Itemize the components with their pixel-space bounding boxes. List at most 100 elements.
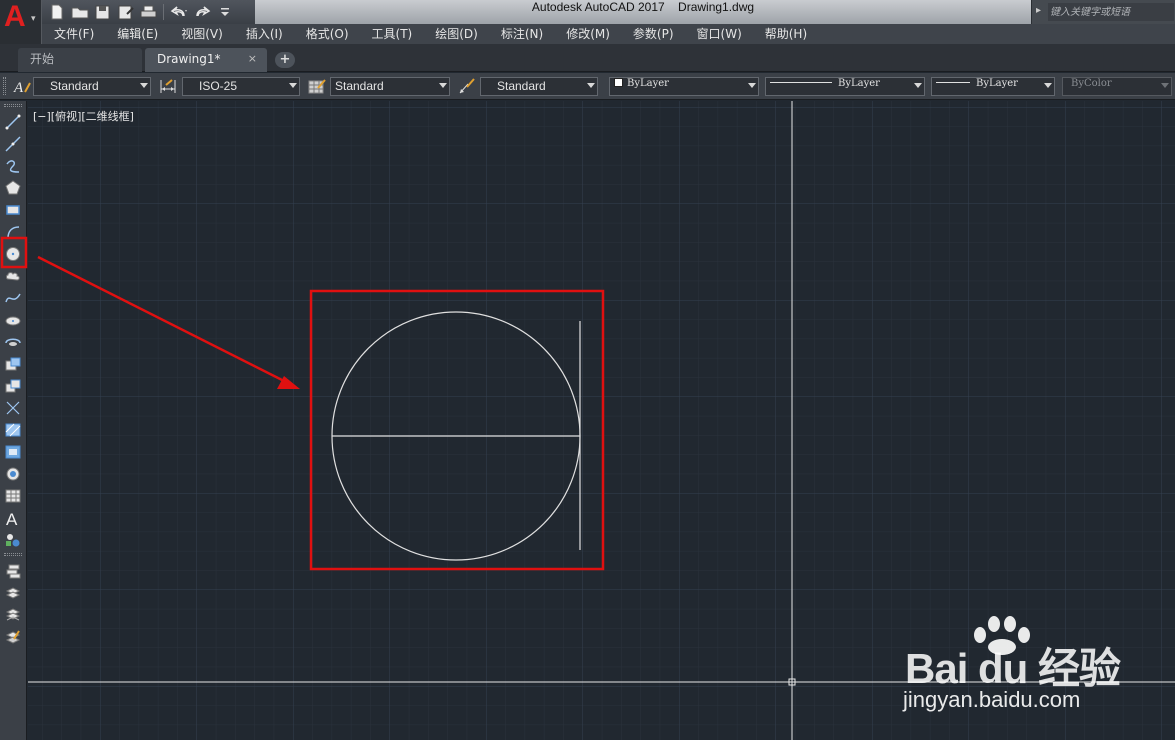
search-box: ▸: [1031, 0, 1175, 24]
layer-icon-1[interactable]: [3, 561, 23, 581]
tab-start[interactable]: 开始: [18, 48, 142, 72]
save-icon[interactable]: [92, 2, 113, 22]
app-name: Autodesk AutoCAD 2017: [531, 0, 665, 14]
dropdown-arrow-icon: [587, 83, 595, 88]
gradient-icon[interactable]: [3, 442, 23, 462]
highlight-box-circle-tool: [0, 236, 28, 269]
dim-style-icon[interactable]: [158, 77, 178, 96]
dropdown-arrow-icon: [289, 83, 297, 88]
table-style-icon[interactable]: [307, 77, 327, 96]
table-style-value: Standard: [335, 79, 384, 93]
watermark-url: jingyan.baidu.com: [903, 687, 1081, 712]
region-icon[interactable]: [3, 464, 23, 484]
redo-icon[interactable]: [191, 2, 212, 22]
make-block-icon[interactable]: [3, 376, 23, 396]
table-style-dropdown[interactable]: Standard: [330, 77, 450, 96]
quick-access-toolbar: [46, 2, 235, 22]
menu-bar: 文件(F) 编辑(E) 视图(V) 插入(I) 格式(O) 工具(T) 绘图(D…: [42, 24, 1175, 44]
lineweight-dropdown[interactable]: ByLayer: [931, 77, 1055, 96]
draw-toolbar: A: [0, 101, 27, 740]
multileader-style-dropdown[interactable]: Standard: [480, 77, 598, 96]
construction-line-icon[interactable]: [3, 134, 23, 154]
menu-dimension[interactable]: 标注(N): [489, 24, 554, 44]
dropdown-arrow-icon: [914, 83, 922, 88]
file-tab-bar: 开始 Drawing1* × +: [0, 44, 1175, 72]
search-input[interactable]: [1048, 3, 1174, 21]
add-selected-icon[interactable]: [3, 530, 23, 550]
styles-toolbar: A Standard ISO-25 Standard Standard ByLa…: [0, 73, 1175, 100]
close-tab-icon[interactable]: ×: [248, 48, 257, 70]
linetype-preview: [770, 82, 832, 83]
dropdown-arrow-icon: [140, 83, 148, 88]
save-as-icon[interactable]: [115, 2, 136, 22]
menu-tools[interactable]: 工具(T): [360, 24, 424, 44]
layer-icon-2[interactable]: [3, 583, 23, 603]
tab-label: 开始: [30, 52, 55, 66]
layer-icon-4[interactable]: [3, 627, 23, 647]
polyline-icon[interactable]: [3, 156, 23, 176]
window-title: Autodesk AutoCAD 2017 Drawing1.dwg: [255, 0, 1031, 24]
plot-style-dropdown: ByColor: [1062, 77, 1172, 96]
color-value: ByLayer: [627, 78, 669, 89]
dim-style-dropdown[interactable]: ISO-25: [182, 77, 300, 96]
dim-style-value: ISO-25: [199, 79, 238, 93]
spline-icon[interactable]: [3, 288, 23, 308]
dropdown-arrow-icon: [748, 83, 756, 88]
color-dropdown[interactable]: ByLayer: [609, 77, 759, 96]
menu-modify[interactable]: 修改(M): [554, 24, 621, 44]
dropdown-arrow-icon: [1161, 83, 1169, 88]
search-expand-icon[interactable]: ▸: [1036, 5, 1041, 16]
svg-text:A: A: [13, 80, 24, 96]
dropdown-arrow-icon: ▾: [31, 14, 36, 24]
menu-draw[interactable]: 绘图(D): [423, 24, 489, 44]
ellipse-arc-icon[interactable]: [3, 332, 23, 352]
toolbar-grip[interactable]: [4, 553, 22, 556]
application-menu-button[interactable]: A ▾: [0, 0, 42, 44]
text-style-icon[interactable]: A: [12, 77, 32, 96]
open-folder-icon[interactable]: [69, 2, 90, 22]
svg-text:A: A: [6, 510, 18, 527]
plot-style-value: ByColor: [1071, 78, 1112, 89]
dropdown-arrow-icon: [439, 83, 447, 88]
table-icon[interactable]: [3, 486, 23, 506]
autocad-window: A ▾ Autodesk AutoCAD 2017 Drawing1.dwg ▸…: [0, 0, 1175, 740]
toolbar-grip[interactable]: [3, 77, 6, 95]
new-file-icon[interactable]: [46, 2, 67, 22]
multileader-style-icon[interactable]: [457, 77, 477, 96]
print-icon[interactable]: [138, 2, 159, 22]
layer-icon-3[interactable]: [3, 605, 23, 625]
polygon-icon[interactable]: [3, 178, 23, 198]
menu-parametric[interactable]: 参数(P): [621, 24, 685, 44]
text-style-dropdown[interactable]: Standard: [33, 77, 151, 96]
menu-view[interactable]: 视图(V): [169, 24, 234, 44]
color-swatch: [614, 78, 623, 87]
new-tab-button[interactable]: +: [275, 52, 295, 68]
tab-label: Drawing1*: [157, 52, 221, 66]
text-style-value: Standard: [50, 79, 99, 93]
autocad-logo-icon: A: [4, 0, 26, 33]
lineweight-preview: [936, 82, 970, 83]
undo-icon[interactable]: [168, 2, 189, 22]
hatch-icon[interactable]: [3, 420, 23, 440]
multileader-style-value: Standard: [497, 79, 546, 93]
lineweight-value: ByLayer: [976, 78, 1018, 89]
file-name: Drawing1.dwg: [678, 0, 755, 14]
menu-window[interactable]: 窗口(W): [685, 24, 753, 44]
linetype-dropdown[interactable]: ByLayer: [765, 77, 925, 96]
customize-icon[interactable]: [214, 2, 235, 22]
toolbar-grip[interactable]: [4, 104, 22, 107]
point-icon[interactable]: [3, 398, 23, 418]
line-icon[interactable]: [3, 112, 23, 132]
menu-format[interactable]: 格式(O): [294, 24, 360, 44]
rectangle-icon[interactable]: [3, 200, 23, 220]
ellipse-icon[interactable]: [3, 310, 23, 330]
tab-drawing1[interactable]: Drawing1* ×: [145, 48, 267, 72]
viewport-controls-label[interactable]: [−][俯视][二维线框]: [33, 108, 134, 124]
menu-edit[interactable]: 编辑(E): [105, 24, 169, 44]
dropdown-arrow-icon: [1044, 83, 1052, 88]
menu-help[interactable]: 帮助(H): [753, 24, 818, 44]
multiline-text-icon[interactable]: A: [3, 508, 23, 528]
insert-block-icon[interactable]: [3, 354, 23, 374]
menu-insert[interactable]: 插入(I): [234, 24, 294, 44]
menu-file[interactable]: 文件(F): [42, 24, 105, 44]
